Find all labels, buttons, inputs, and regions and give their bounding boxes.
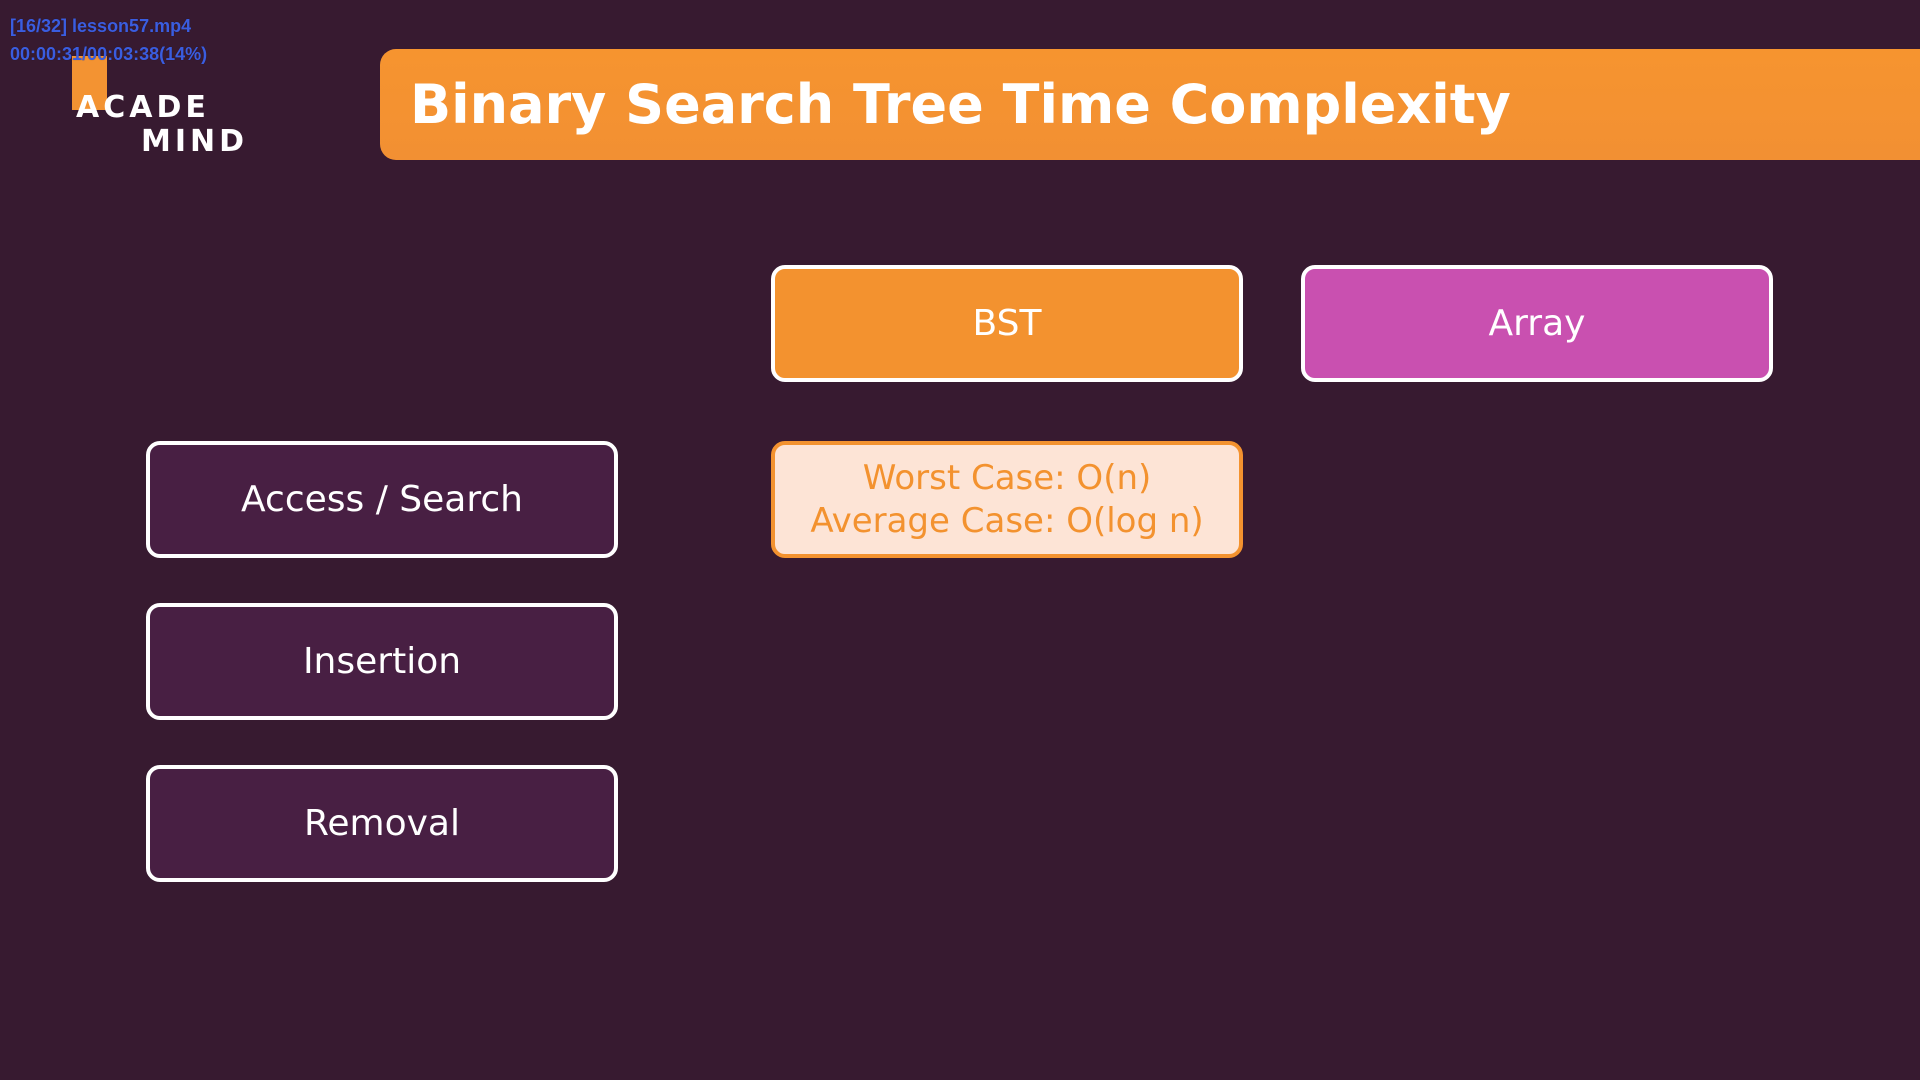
logo-text-line1: ACADE [76, 90, 210, 125]
row-label-removal-text: Removal [303, 803, 460, 844]
cell-worst-case: Worst Case: O(n) [862, 457, 1152, 498]
row-label-insertion: Insertion [146, 603, 618, 720]
row-label-removal: Removal [146, 765, 618, 882]
slide-title: Binary Search Tree Time Complexity [410, 73, 1511, 136]
academind-logo: ACADE MIND [70, 56, 250, 160]
column-header-bst-label: BST [972, 303, 1042, 344]
cell-average-case: Average Case: O(log n) [810, 500, 1204, 541]
video-timecode: 00:00:31/00:03:38(14%) [10, 44, 208, 64]
video-player-overlay: [16/32] lesson57.mp4 00:00:31/00:03:38(1… [10, 12, 207, 68]
video-file-label: [16/32] lesson57.mp4 [10, 16, 192, 36]
slide-title-bar: Binary Search Tree Time Complexity [380, 49, 1920, 160]
cell-bst-access-search: Worst Case: O(n) Average Case: O(log n) [771, 441, 1243, 558]
column-header-bst: BST [771, 265, 1243, 382]
logo-text-line2: MIND [141, 124, 249, 159]
row-label-access-search: Access / Search [146, 441, 618, 558]
column-header-array-label: Array [1488, 303, 1586, 344]
row-label-access-search-text: Access / Search [241, 479, 523, 520]
column-header-array: Array [1301, 265, 1773, 382]
row-label-insertion-text: Insertion [302, 641, 462, 682]
